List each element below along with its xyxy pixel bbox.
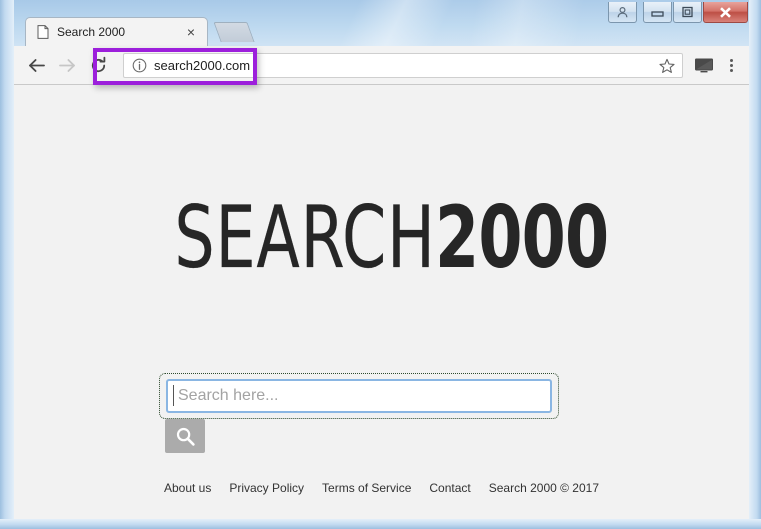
footer-link-contact[interactable]: Contact	[429, 481, 470, 495]
text-cursor	[173, 385, 174, 406]
reload-button[interactable]	[84, 51, 113, 80]
menu-dot	[729, 63, 733, 67]
browser-window: Search 2000 × search2000.com SEARCH2000 …	[0, 0, 761, 529]
forward-arrow-icon	[59, 58, 75, 72]
cast-icon	[695, 58, 713, 73]
star-icon[interactable]	[659, 58, 675, 74]
user-icon	[617, 6, 628, 17]
tab-title: Search 2000	[57, 25, 126, 39]
footer-copyright: Search 2000 © 2017	[488, 481, 600, 495]
user-account-button[interactable]	[608, 2, 637, 23]
close-icon	[720, 6, 731, 18]
tab-close-button[interactable]: ×	[183, 24, 199, 40]
tab-search-2000[interactable]: Search 2000 ×	[25, 17, 208, 46]
cast-button[interactable]	[691, 51, 717, 80]
search-input-focus-ring	[159, 373, 559, 419]
page-icon	[37, 25, 49, 39]
footer-link-privacy-policy[interactable]: Privacy Policy	[229, 481, 304, 495]
info-icon[interactable]	[132, 58, 147, 73]
search-input[interactable]	[166, 379, 552, 413]
reload-icon	[91, 56, 106, 72]
minimize-button[interactable]	[643, 2, 672, 23]
search-form	[159, 373, 604, 453]
footer-link-terms-of-service[interactable]: Terms of Service	[322, 481, 411, 495]
back-arrow-icon	[29, 58, 45, 72]
window-bottom-border	[0, 519, 761, 529]
logo-text-bold: 2000	[435, 188, 609, 288]
address-bar[interactable]: search2000.com	[123, 52, 683, 78]
maximize-button[interactable]	[673, 2, 702, 23]
window-right-border	[749, 0, 761, 529]
address-bar-url: search2000.com	[154, 57, 251, 73]
minimize-icon	[651, 10, 664, 17]
site-logo: SEARCH2000	[14, 195, 749, 281]
browser-toolbar: search2000.com	[14, 46, 749, 85]
footer-link-about-us[interactable]: About us	[164, 481, 211, 495]
search-icon	[176, 427, 195, 446]
maximize-icon	[682, 6, 693, 18]
forward-button[interactable]	[53, 51, 82, 80]
window-left-border	[0, 0, 14, 529]
page-footer: About us Privacy Policy Terms of Service Co…	[14, 481, 749, 495]
menu-dot	[729, 68, 733, 72]
new-tab-button[interactable]	[213, 22, 255, 42]
logo-text-light: SEARCH	[173, 188, 436, 288]
window-controls	[607, 2, 748, 26]
search-submit-button[interactable]	[165, 419, 205, 453]
browser-menu-button[interactable]	[717, 51, 745, 80]
close-button[interactable]	[703, 2, 748, 23]
page-viewport: SEARCH2000 About us Privacy Policy Terms o…	[14, 85, 749, 519]
menu-dot	[729, 58, 733, 62]
back-button[interactable]	[22, 51, 51, 80]
